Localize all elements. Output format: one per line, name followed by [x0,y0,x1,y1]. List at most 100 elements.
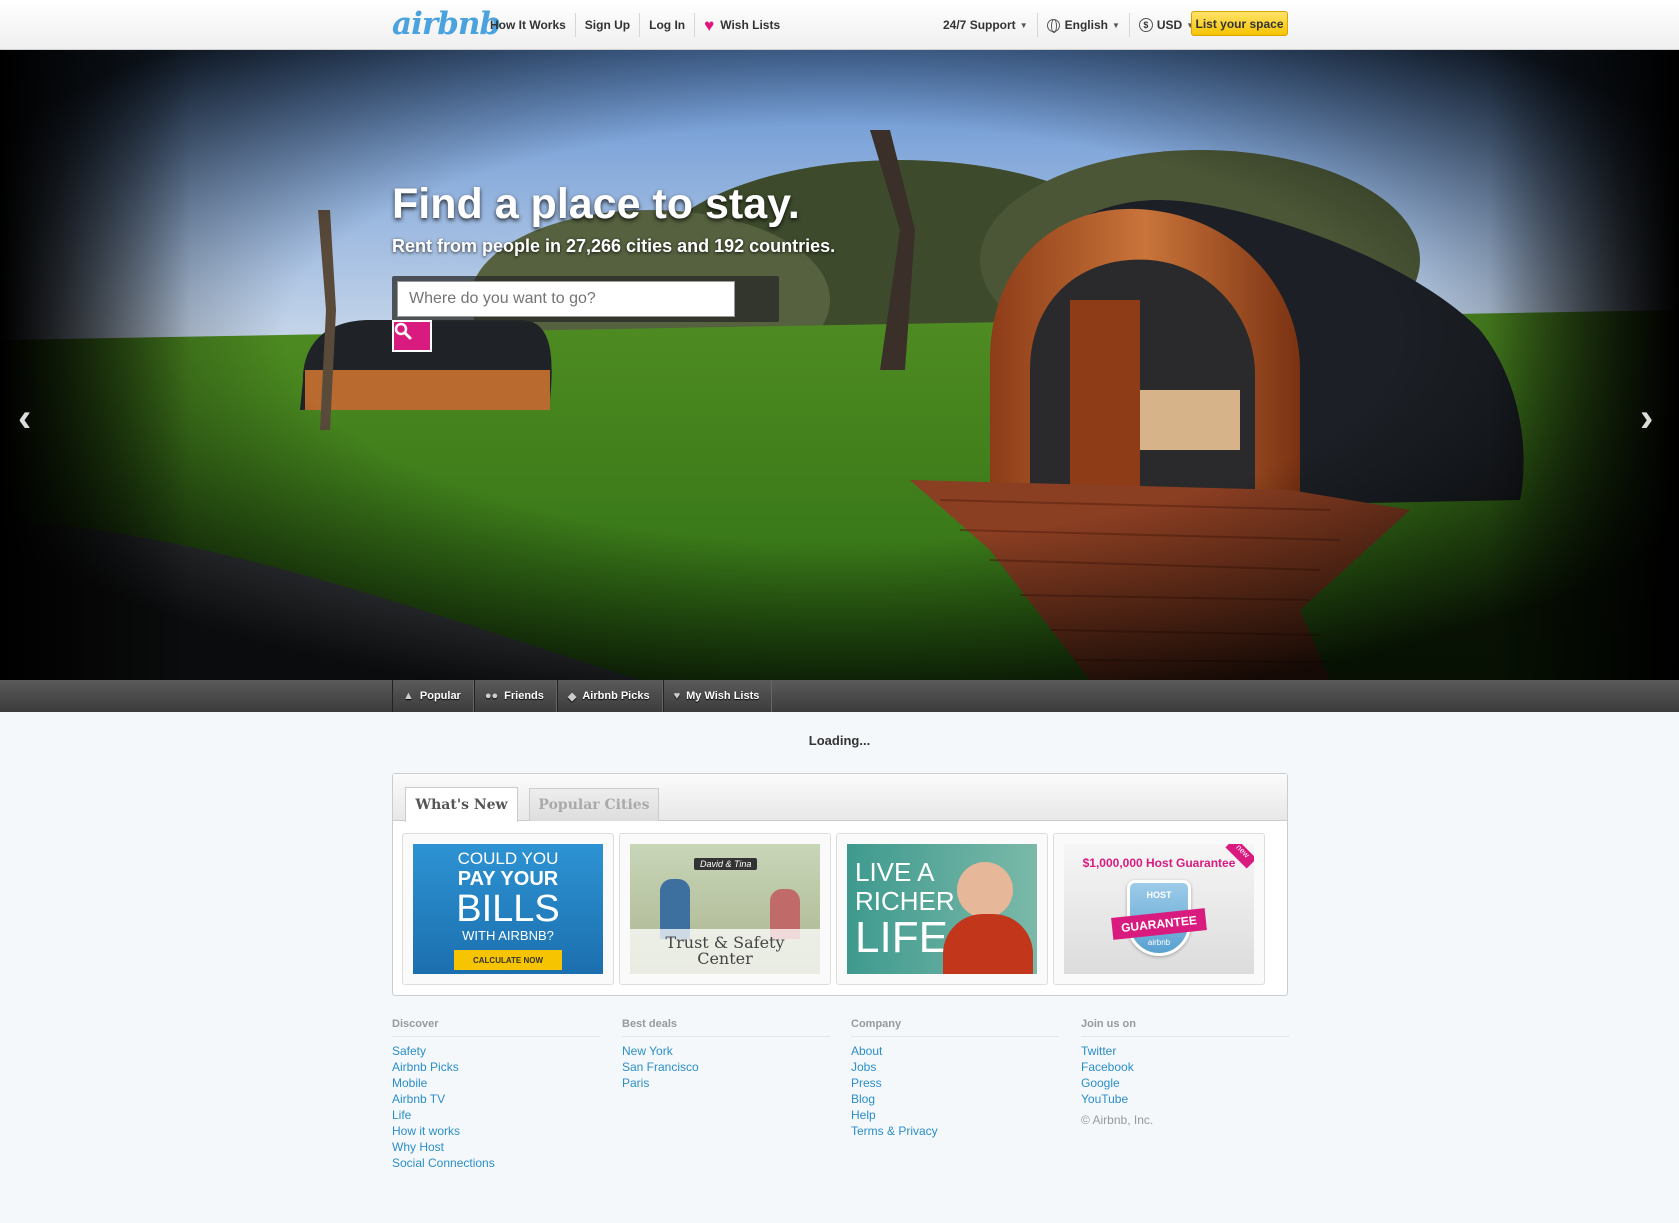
main-nav: How It Works Sign Up Log In ♥ Wish Lists [481,0,789,50]
hero-slideshow: ‹ › Find a place to stay. Rent from peop… [0,50,1679,680]
nav-wish-lists[interactable]: ♥ Wish Lists [694,13,789,37]
footer-link[interactable]: Blog [851,1091,1059,1107]
badge-sub: airbnb [1147,938,1171,947]
footer-link[interactable]: Why Host [392,1139,600,1155]
footer-link[interactable]: Jobs [851,1059,1059,1075]
tab-popular-cities[interactable]: Popular Cities [529,788,659,821]
tab-my-wish-lists[interactable]: ♥ My Wish Lists [662,680,773,712]
loading-indicator: Loading... [808,733,871,748]
people-icon: ●● [484,690,499,702]
pick-icon: ◆ [567,690,577,703]
footer-heading: Discover [392,1018,600,1037]
search-container [392,276,779,322]
next-slide-arrow[interactable]: › [1640,398,1653,438]
promo-line: COULD YOU [457,849,559,868]
list-your-space-button[interactable]: List your space [1191,11,1288,36]
promo-card-trust-safety[interactable]: David & Tina Trust & Safety Center [619,833,831,985]
footer-link[interactable]: Life [392,1107,600,1123]
person-face [957,862,1013,918]
utility-nav: 24/7 Support▼ English▼ $USD▼ [934,0,1203,50]
footer-link[interactable]: Google [1081,1075,1289,1091]
promo-line: WITH AIRBNB? [462,928,554,943]
search-icon [394,322,412,340]
footer-link[interactable]: Twitter [1081,1043,1289,1059]
hero-subtitle: Rent from people in 27,266 cities and 19… [392,236,836,256]
nav-how-it-works[interactable]: How It Works [481,13,575,37]
life-line: LIFE [855,913,948,962]
footer-link[interactable]: New York [622,1043,830,1059]
promo-image-guarantee: $1,000,000 Host Guarantee new HOST GUARA… [1064,844,1254,974]
promo-line: PAY YOUR [457,868,559,890]
flame-icon: ▲ [403,690,414,702]
previous-slide-arrow[interactable]: ‹ [18,398,31,438]
footer-link[interactable]: How it works [392,1123,600,1139]
promo-line: BILLS [456,888,560,930]
nav-log-in[interactable]: Log In [639,13,694,37]
footer-link[interactable]: San Francisco [622,1059,830,1075]
footer-link[interactable]: Social Connections [392,1155,600,1171]
caret-down-icon: ▼ [1019,20,1028,30]
support-dropdown[interactable]: 24/7 Support ▼ [934,13,1037,37]
footer-link[interactable]: Help [851,1107,1059,1123]
footer-link[interactable]: Paris [622,1075,830,1091]
footer-link[interactable]: Safety [392,1043,600,1059]
top-navigation-bar: airbnb How It Works Sign Up Log In ♥ Wis… [0,0,1679,50]
tab-popular-label: Popular [419,690,461,702]
wish-lists-label: Wish Lists [720,18,781,32]
footer-heading: Company [851,1018,1059,1037]
scarf-figure [943,914,1033,974]
promo-image-bills: COULD YOU PAY YOUR BILLS WITH AIRBNB? CA… [413,844,603,974]
footer-heading: Best deals [622,1018,830,1037]
life-line: LIVE A [855,857,935,887]
hero-photo [0,50,1679,680]
tab-picks-label: Airbnb Picks [582,690,650,702]
caption-line: Center [697,949,753,968]
footer-link[interactable]: About [851,1043,1059,1059]
badge-top: HOST [1146,890,1172,900]
dollar-icon: $ [1138,18,1153,32]
hero-title: Find a place to stay. [392,180,800,228]
life-line: RICHER [855,886,955,916]
footer-link[interactable]: YouTube [1081,1091,1289,1107]
currency-label: USD [1156,18,1183,32]
destination-search-input[interactable] [397,281,735,317]
tab-friends[interactable]: ●● Friends [473,680,557,712]
globe-icon [1046,18,1060,33]
support-label: 24/7 Support [943,18,1016,32]
name-tag: David & Tina [694,858,758,870]
tab-popular[interactable]: ▲ Popular [392,680,474,712]
explore-strip [0,680,1679,712]
promo-card-bills[interactable]: COULD YOU PAY YOUR BILLS WITH AIRBNB? CA… [402,833,614,985]
promo-card-host-guarantee[interactable]: $1,000,000 Host Guarantee new HOST GUARA… [1053,833,1265,985]
footer-company: Company About Jobs Press Blog Help Terms… [851,1018,1059,1139]
tab-friends-label: Friends [504,690,544,702]
footer-link[interactable]: Airbnb Picks [392,1059,600,1075]
promo-image-life: LIVE A RICHER LIFE [847,844,1037,974]
tab-wishlists-label: My Wish Lists [686,690,760,702]
search-button[interactable] [392,320,432,352]
tab-whats-new[interactable]: What's New [405,787,518,822]
copyright: © Airbnb, Inc. [1081,1113,1154,1127]
nav-sign-up[interactable]: Sign Up [574,13,639,37]
tab-airbnb-picks[interactable]: ◆ Airbnb Picks [556,680,663,712]
heart-icon: ♥ [704,15,715,35]
footer-link[interactable]: Mobile [392,1075,600,1091]
footer-link[interactable]: Press [851,1075,1059,1091]
whats-new-panel: What's New Popular Cities COULD YOU PAY … [392,773,1288,996]
footer-discover: Discover Safety Airbnb Picks Mobile Airb… [392,1018,600,1171]
footer-link[interactable]: Airbnb TV [392,1091,600,1107]
calculate-now-button: CALCULATE NOW [454,950,562,970]
caret-down-icon: ▼ [1111,20,1120,30]
footer-link[interactable]: Terms & Privacy [851,1123,1059,1139]
panel-tab-bar [393,774,1287,821]
language-dropdown[interactable]: English ▼ [1036,13,1129,37]
footer-link[interactable]: Facebook [1081,1059,1289,1075]
footer-heading: Join us on [1081,1018,1289,1037]
footer-join-us: Join us on Twitter Facebook Google YouTu… [1081,1018,1289,1127]
explore-tabs: ▲ Popular ●● Friends ◆ Airbnb Picks ♥ My Wis… [392,680,773,712]
promo-image-trust: David & Tina Trust & Safety Center [630,844,820,974]
footer-best-deals: Best deals New York San Francisco Paris [622,1018,830,1091]
heart-icon: ♥ [673,690,681,702]
promo-card-richer-life[interactable]: LIVE A RICHER LIFE [836,833,1048,985]
trust-caption: Trust & Safety Center [630,929,820,974]
